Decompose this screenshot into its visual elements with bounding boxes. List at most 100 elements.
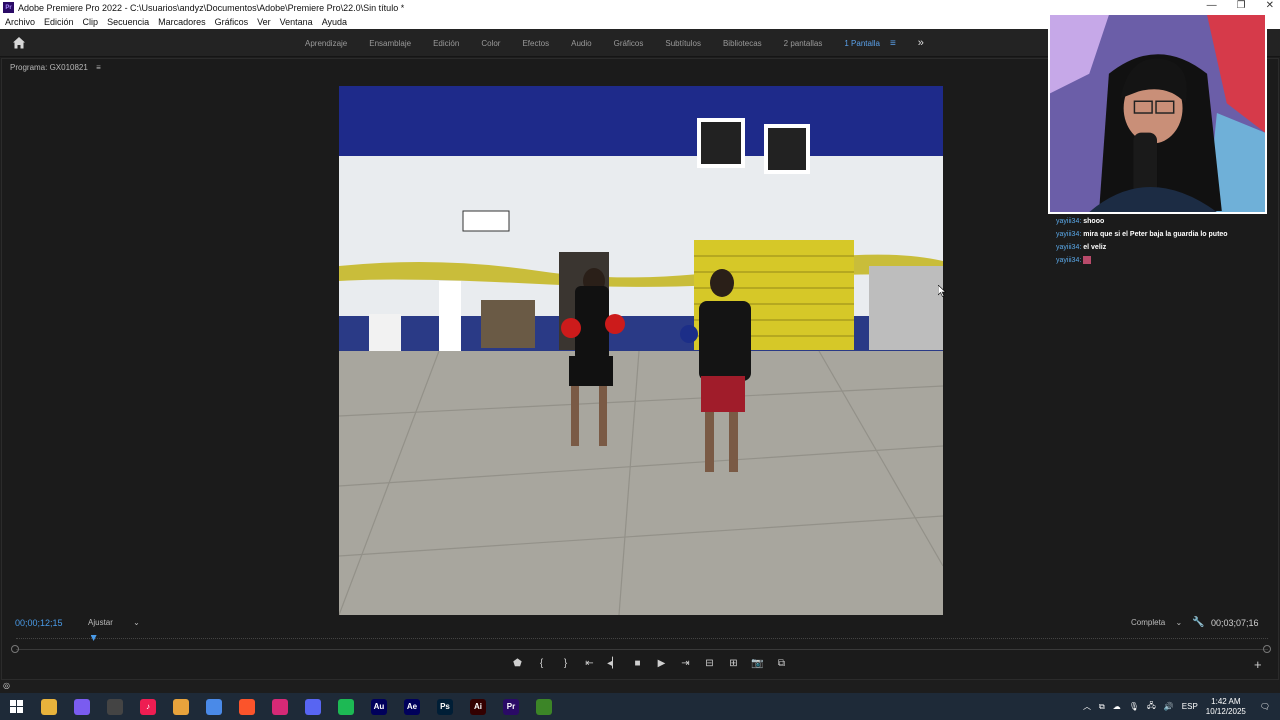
time-ruler[interactable]: [16, 638, 1268, 642]
scrollbar-start-handle[interactable]: [11, 645, 19, 653]
tray-app-icon[interactable]: ⧉: [1099, 702, 1105, 712]
taskbar-app-icon[interactable]: Pr: [503, 698, 519, 715]
taskbar-app-icon[interactable]: [173, 698, 189, 715]
add-button-icon[interactable]: +: [1254, 657, 1262, 672]
tab-subtitulos[interactable]: Subtítulos: [665, 39, 701, 48]
tab-graficos[interactable]: Gráficos: [614, 39, 644, 48]
mark-out-icon[interactable]: }: [559, 658, 572, 669]
tab-ensamblaje[interactable]: Ensamblaje: [369, 39, 411, 48]
menu-graficos[interactable]: Gráficos: [215, 17, 249, 27]
menu-marcadores[interactable]: Marcadores: [158, 17, 206, 27]
zoom-scrollbar[interactable]: [16, 649, 1268, 650]
close-icon[interactable]: ✕: [1266, 0, 1274, 11]
notification-icon[interactable]: 🗨: [1260, 702, 1270, 711]
cloud-icon[interactable]: ☁: [1113, 702, 1121, 711]
workspace-tabs: Aprendizaje Ensamblaje Edición Color Efe…: [305, 29, 946, 57]
volume-icon[interactable]: 🔊: [1164, 702, 1174, 711]
chat-text: el veliz: [1083, 244, 1107, 251]
windows-taskbar: ♪ Au Ae Ps Ai Pr ︿ ⧉ ☁ 🎙 🖧 🔊 ESP 1:42 AM 10/1…: [0, 693, 1280, 720]
go-to-out-icon[interactable]: ⇥: [679, 658, 692, 669]
taskbar-app-icon[interactable]: Ae: [404, 698, 420, 715]
chat-message: yayiii34: el veliz: [1056, 241, 1228, 254]
compare-icon[interactable]: ⧉: [775, 658, 788, 669]
windows-start-icon[interactable]: [10, 700, 23, 713]
taskbar-app-icon[interactable]: [107, 698, 123, 715]
play-icon[interactable]: ▶: [655, 658, 668, 669]
taskbar-app-icon[interactable]: Ps: [437, 698, 453, 715]
window-title: Adobe Premiere Pro 2022 - C:\Usuarios\an…: [18, 2, 405, 13]
menu-secuencia[interactable]: Secuencia: [107, 17, 149, 27]
lift-icon[interactable]: ⊟: [703, 658, 716, 669]
menu-ver[interactable]: Ver: [257, 17, 271, 27]
current-timecode[interactable]: 00;00;12;15: [15, 618, 63, 628]
chat-user: yayiii34:: [1056, 218, 1082, 225]
taskbar-app-icon[interactable]: [74, 698, 90, 715]
menu-edicion[interactable]: Edición: [44, 17, 74, 27]
menu-ventana[interactable]: Ventana: [280, 17, 313, 27]
clock-time: 1:42 AM: [1211, 696, 1241, 706]
taskbar-app-icon[interactable]: Ai: [470, 698, 486, 715]
menu-archivo[interactable]: Archivo: [5, 17, 35, 27]
extract-icon[interactable]: ⊞: [727, 658, 740, 669]
taskbar-app-icon[interactable]: [272, 698, 288, 715]
menu-clip[interactable]: Clip: [83, 17, 99, 27]
duration-timecode: 00;03;07;16: [1211, 618, 1259, 628]
menu-ayuda[interactable]: Ayuda: [322, 17, 347, 27]
camera-icon[interactable]: 📷: [751, 658, 764, 669]
minimize-icon[interactable]: —: [1207, 0, 1217, 11]
chat-message: yayiii34: shooo: [1056, 215, 1228, 228]
chevron-down-icon: ⌄: [1175, 618, 1183, 627]
tab-efectos[interactable]: Efectos: [522, 39, 549, 48]
fit-select[interactable]: Ajustar ⌄: [88, 618, 140, 627]
network-icon[interactable]: 🖧: [1147, 700, 1156, 714]
chevron-up-icon[interactable]: ︿: [1083, 701, 1091, 712]
step-back-icon[interactable]: ◂▏: [607, 658, 620, 669]
tab-bibliotecas[interactable]: Bibliotecas: [723, 39, 762, 48]
transport-controls: ⬟ { } ⇤ ◂▏ ■ ▶ ⇥ ⊟ ⊞ 📷 ⧉: [511, 658, 788, 669]
mark-in-icon[interactable]: {: [535, 658, 548, 669]
resolution-select[interactable]: Completa ⌄: [1131, 618, 1182, 627]
clock-date: 10/12/2025: [1205, 706, 1246, 716]
chat-overlay: yayiii34: shooo yayiii34: mira que si el…: [1056, 215, 1228, 267]
tab-audio[interactable]: Audio: [571, 39, 591, 48]
chevron-double-right-icon[interactable]: »: [918, 37, 924, 49]
clock[interactable]: 1:42 AM 10/12/2025: [1206, 697, 1246, 717]
system-tray: ︿ ⧉ ☁ 🎙 🖧 🔊 ESP 1:42 AM 10/12/2025 🗨: [1083, 693, 1280, 720]
taskbar-app-icon[interactable]: [536, 698, 552, 715]
chat-message: yayiii34:: [1056, 254, 1228, 267]
taskbar-apps: ♪ Au Ae Ps Ai Pr: [41, 698, 569, 715]
taskbar-app-icon[interactable]: [206, 698, 222, 715]
window-controls: — ❐ ✕: [1207, 0, 1274, 11]
scrollbar-end-handle[interactable]: [1263, 645, 1271, 653]
panel-title[interactable]: Programa: GX010821 ≡: [10, 63, 101, 72]
chat-message: yayiii34: mira que si el Peter baja la g…: [1056, 228, 1228, 241]
settings-wrench-icon[interactable]: 🔧: [1192, 617, 1204, 628]
webcam-overlay: [1048, 13, 1267, 214]
taskbar-app-icon[interactable]: [239, 698, 255, 715]
tab-edicion[interactable]: Edición: [433, 39, 459, 48]
taskbar-app-icon[interactable]: [338, 698, 354, 715]
stop-icon[interactable]: ■: [631, 658, 644, 669]
hamburger-menu-icon[interactable]: ≡: [890, 38, 896, 49]
chat-user: yayiii34:: [1056, 257, 1082, 264]
tab-color[interactable]: Color: [481, 39, 500, 48]
emote-icon: [1083, 256, 1092, 265]
tab-1-pantalla[interactable]: 1 Pantalla: [844, 39, 880, 48]
program-title: Programa: GX010821: [10, 63, 88, 72]
maximize-icon[interactable]: ❐: [1237, 0, 1246, 11]
add-marker-icon[interactable]: ⬟: [511, 658, 524, 669]
taskbar-app-icon[interactable]: ♪: [140, 698, 156, 715]
go-to-in-icon[interactable]: ⇤: [583, 658, 596, 669]
taskbar-app-icon[interactable]: [305, 698, 321, 715]
mic-icon[interactable]: 🎙: [1129, 702, 1139, 711]
tab-aprendizaje[interactable]: Aprendizaje: [305, 39, 347, 48]
fit-value: Ajustar: [88, 618, 113, 627]
taskbar-app-icon[interactable]: [41, 698, 57, 715]
tab-2-pantallas[interactable]: 2 pantallas: [784, 39, 823, 48]
language-indicator[interactable]: ESP: [1182, 702, 1198, 711]
video-frame[interactable]: [339, 86, 943, 615]
home-icon[interactable]: [12, 36, 26, 50]
taskbar-app-icon[interactable]: Au: [371, 698, 387, 715]
status-icon: ◎: [3, 681, 10, 690]
panel-menu-icon[interactable]: ≡: [96, 63, 101, 72]
